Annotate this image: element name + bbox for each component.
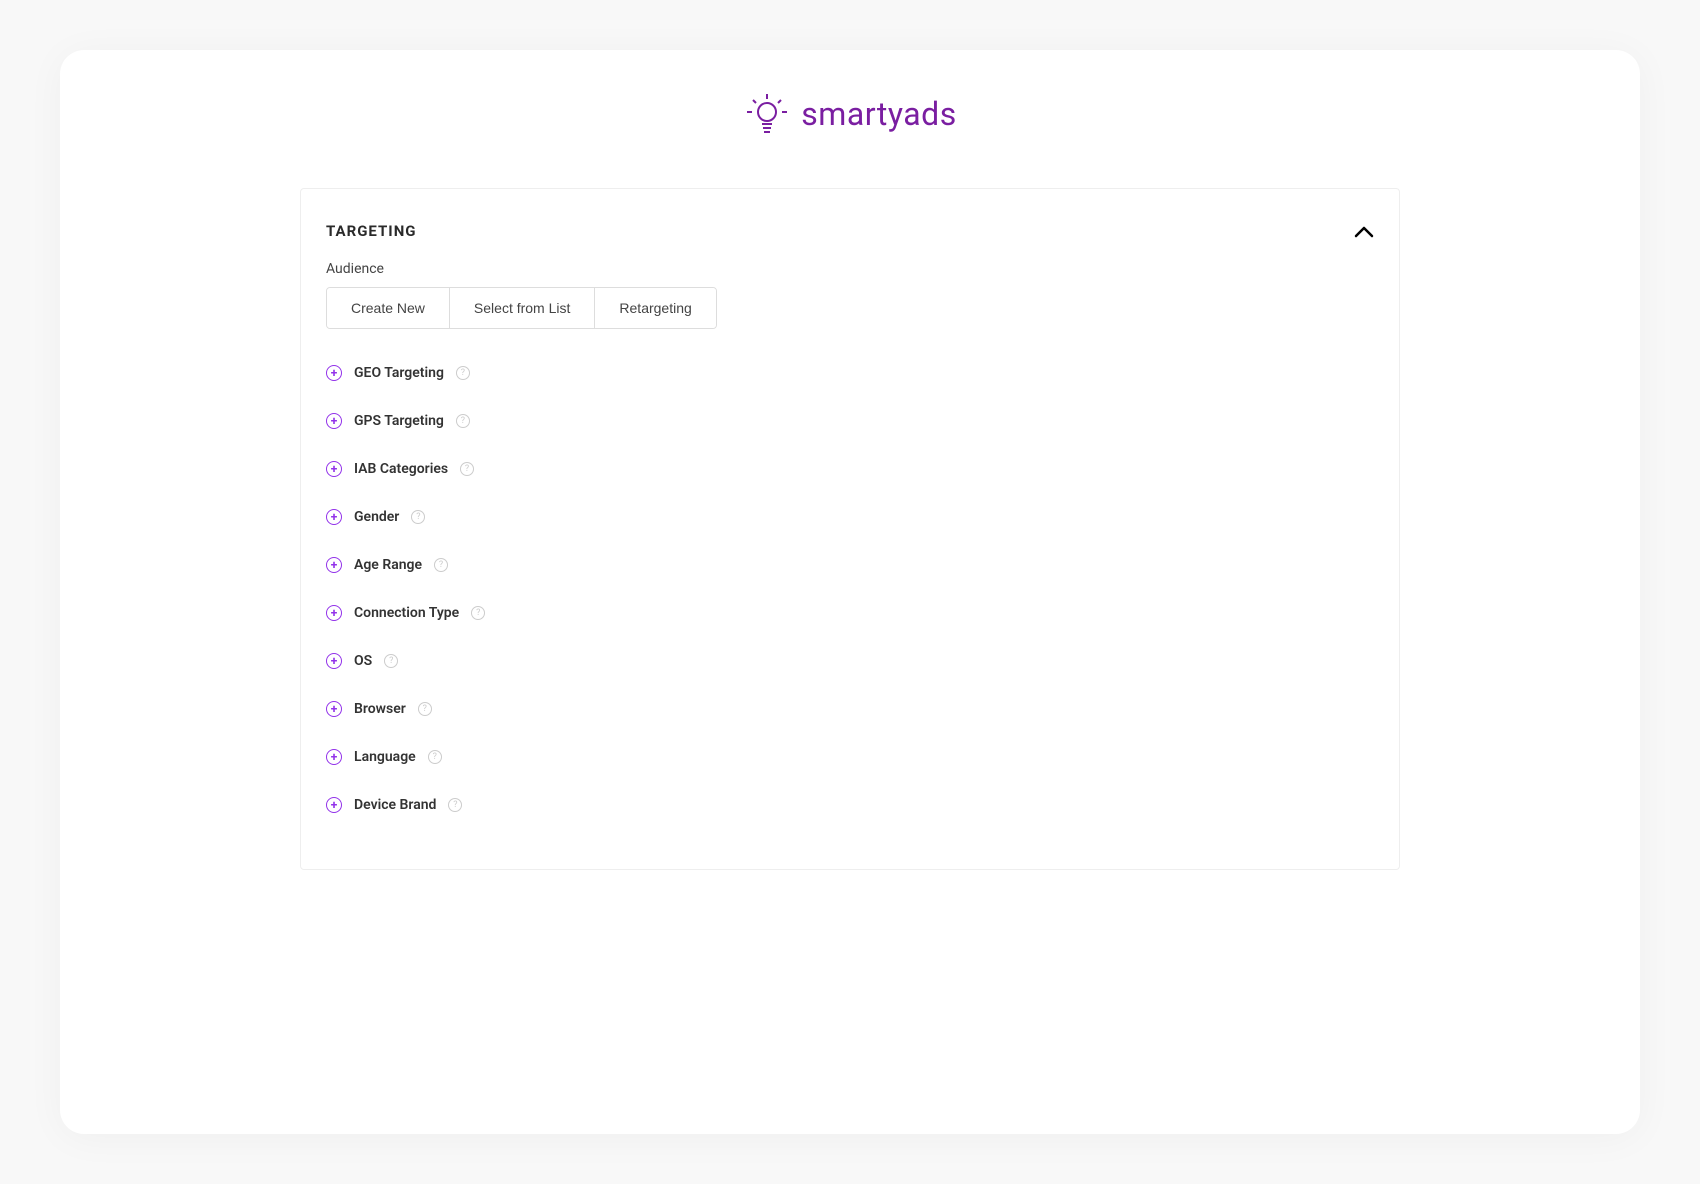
lightbulb-icon bbox=[743, 90, 791, 138]
plus-circle-icon[interactable] bbox=[326, 653, 342, 669]
help-icon[interactable] bbox=[418, 702, 432, 716]
plus-circle-icon[interactable] bbox=[326, 797, 342, 813]
plus-circle-icon[interactable] bbox=[326, 605, 342, 621]
help-icon[interactable] bbox=[456, 414, 470, 428]
targeting-item-label: OS bbox=[354, 653, 372, 669]
help-icon[interactable] bbox=[411, 510, 425, 524]
help-icon[interactable] bbox=[428, 750, 442, 764]
panel-title: TARGETING bbox=[326, 222, 417, 240]
help-icon[interactable] bbox=[434, 558, 448, 572]
targeting-item-label: Connection Type bbox=[354, 605, 459, 621]
targeting-item-age: Age Range bbox=[326, 541, 1374, 589]
plus-circle-icon[interactable] bbox=[326, 413, 342, 429]
targeting-item-language: Language bbox=[326, 733, 1374, 781]
logo: smartyads bbox=[743, 90, 956, 138]
audience-button-group: Create New Select from List Retargeting bbox=[326, 287, 717, 329]
targeting-item-geo: GEO Targeting bbox=[326, 349, 1374, 397]
targeting-item-label: Language bbox=[354, 749, 416, 765]
plus-circle-icon[interactable] bbox=[326, 749, 342, 765]
targeting-item-connection: Connection Type bbox=[326, 589, 1374, 637]
panel-header: TARGETING bbox=[326, 219, 1374, 243]
targeting-item-label: IAB Categories bbox=[354, 461, 448, 477]
retargeting-button[interactable]: Retargeting bbox=[595, 288, 715, 328]
help-icon[interactable] bbox=[456, 366, 470, 380]
targeting-item-label: GEO Targeting bbox=[354, 365, 444, 381]
targeting-item-device-brand: Device Brand bbox=[326, 781, 1374, 829]
select-from-list-button[interactable]: Select from List bbox=[450, 288, 595, 328]
targeting-item-label: Device Brand bbox=[354, 797, 436, 813]
plus-circle-icon[interactable] bbox=[326, 461, 342, 477]
plus-circle-icon[interactable] bbox=[326, 557, 342, 573]
targeting-item-browser: Browser bbox=[326, 685, 1374, 733]
audience-label: Audience bbox=[326, 261, 1374, 277]
plus-circle-icon[interactable] bbox=[326, 365, 342, 381]
targeting-item-os: OS bbox=[326, 637, 1374, 685]
create-new-button[interactable]: Create New bbox=[327, 288, 450, 328]
targeting-item-gender: Gender bbox=[326, 493, 1374, 541]
brand-name: smartyads bbox=[801, 95, 956, 133]
help-icon[interactable] bbox=[448, 798, 462, 812]
plus-circle-icon[interactable] bbox=[326, 701, 342, 717]
targeting-item-label: Age Range bbox=[354, 557, 422, 573]
help-icon[interactable] bbox=[460, 462, 474, 476]
main-card: smartyads TARGETING Audience Create New … bbox=[60, 50, 1640, 1134]
targeting-item-label: GPS Targeting bbox=[354, 413, 444, 429]
plus-circle-icon[interactable] bbox=[326, 509, 342, 525]
help-icon[interactable] bbox=[471, 606, 485, 620]
targeting-item-gps: GPS Targeting bbox=[326, 397, 1374, 445]
collapse-chevron-icon[interactable] bbox=[1354, 219, 1374, 243]
targeting-item-label: Browser bbox=[354, 701, 406, 717]
logo-container: smartyads bbox=[60, 90, 1640, 138]
help-icon[interactable] bbox=[384, 654, 398, 668]
targeting-panel: TARGETING Audience Create New Select fro… bbox=[300, 188, 1400, 870]
targeting-item-iab: IAB Categories bbox=[326, 445, 1374, 493]
targeting-item-label: Gender bbox=[354, 509, 399, 525]
